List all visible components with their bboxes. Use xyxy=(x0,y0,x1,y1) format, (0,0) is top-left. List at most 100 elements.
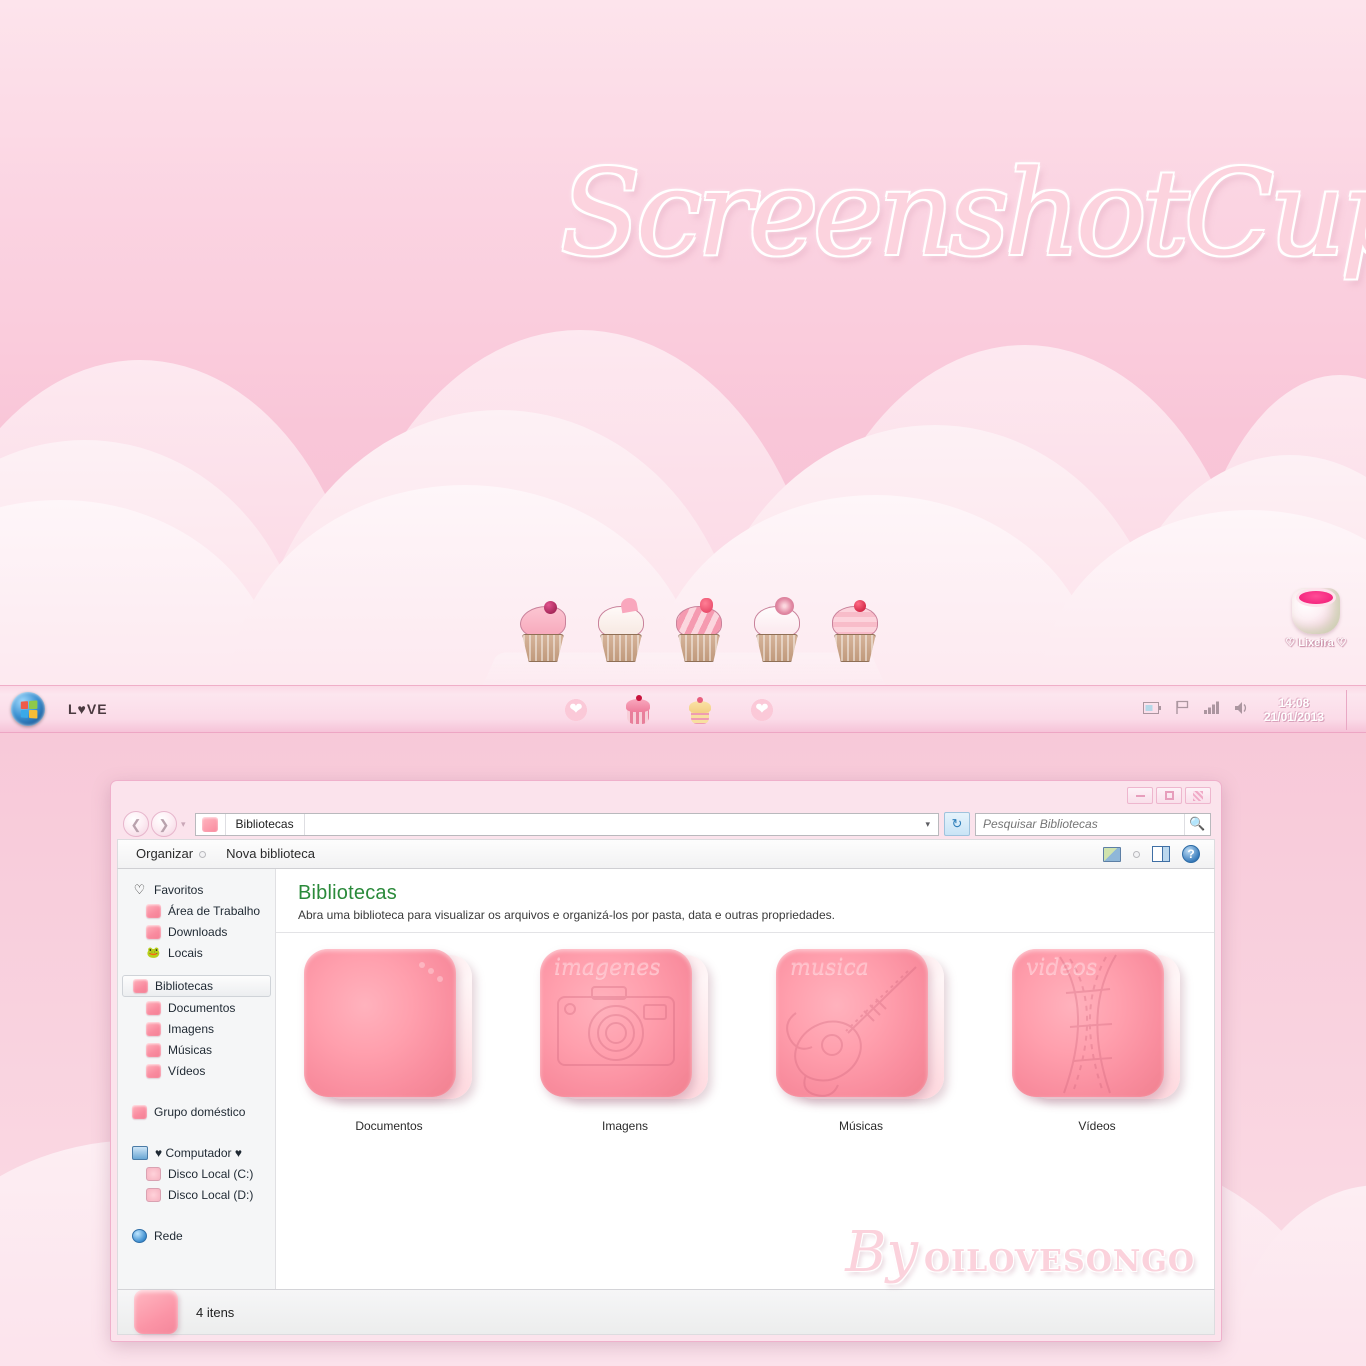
preview-pane-icon[interactable] xyxy=(1103,846,1121,862)
layout-pane-icon[interactable] xyxy=(1152,846,1170,862)
maximize-button[interactable] xyxy=(1156,787,1182,804)
sidebar-item-computador[interactable]: ♥ Computador ♥ xyxy=(118,1142,275,1163)
sidebar-item-label: Documentos xyxy=(168,1000,236,1015)
sidebar-item-disco-local-d[interactable]: Disco Local (D:) xyxy=(118,1184,275,1205)
tile-label: Documentos xyxy=(355,1119,423,1133)
pink-folder-icon xyxy=(146,1063,161,1078)
new-library-label: Nova biblioteca xyxy=(226,846,315,861)
content-pane: Bibliotecas Abra uma biblioteca para vis… xyxy=(276,869,1214,1289)
cupcake-yellow-icon[interactable] xyxy=(684,694,716,726)
sidebar-item-label: Disco Local (D:) xyxy=(168,1187,254,1202)
recycle-bin-label: ♡ Lixeira ♡ xyxy=(1285,637,1347,649)
address-bar[interactable]: Bibliotecas ▾ xyxy=(194,812,939,836)
sidebar-item-grupo-domestico[interactable]: Grupo doméstico xyxy=(118,1101,275,1122)
address-bar-row: ❮ ❯ ▾ Bibliotecas ▾ ↻ 🔍 xyxy=(117,809,1215,839)
cupcake-icon xyxy=(671,596,727,662)
history-dropdown-icon[interactable]: ▾ xyxy=(181,819,186,830)
cupcake-icon xyxy=(515,596,571,662)
libraries-folder-icon xyxy=(196,813,226,835)
recycle-bin-icon xyxy=(1292,588,1340,634)
sidebar-item-imagens[interactable]: Imagens xyxy=(118,1018,275,1039)
library-tile-musicas[interactable]: musica Músicas xyxy=(766,949,956,1133)
window-titlebar[interactable] xyxy=(117,787,1215,809)
libraries-icon xyxy=(134,1290,178,1334)
pink-folder-icon xyxy=(146,924,161,939)
new-library-button[interactable]: Nova biblioteca xyxy=(216,842,325,866)
organize-button[interactable]: Organizar xyxy=(126,842,216,866)
sidebar-item-label: ♥ Computador ♥ xyxy=(155,1145,242,1160)
breadcrumb-bibliotecas[interactable]: Bibliotecas xyxy=(226,813,305,835)
folder-icon: imagenes xyxy=(540,949,710,1109)
tile-label: Vídeos xyxy=(1078,1119,1116,1133)
item-count: 4 itens xyxy=(196,1304,235,1320)
sidebar-item-label: Grupo doméstico xyxy=(154,1104,246,1119)
back-button[interactable]: ❮ xyxy=(123,811,149,837)
sidebar-item-disco-local-c[interactable]: Disco Local (C:) xyxy=(118,1163,275,1184)
clock-date: 21/01/2013 xyxy=(1263,710,1324,724)
system-tray: 14:08 21/01/2013 xyxy=(1142,686,1356,734)
pink-folder-icon xyxy=(132,1104,147,1119)
folder-icon: videos xyxy=(1012,949,1182,1109)
recycle-bin-mouth xyxy=(1299,591,1333,604)
camera-art xyxy=(540,949,692,1097)
heart-badge-icon[interactable]: ❤ xyxy=(560,694,592,726)
window-controls xyxy=(1127,787,1211,804)
cupcake-icon xyxy=(749,596,805,662)
organize-label: Organizar xyxy=(136,846,194,861)
minimize-button[interactable] xyxy=(1127,787,1153,804)
pink-folder-icon xyxy=(146,903,161,918)
cupcake-pink-icon[interactable] xyxy=(622,694,654,726)
navigation-buttons: ❮ ❯ ▾ xyxy=(123,811,190,837)
start-button[interactable] xyxy=(11,692,45,726)
refresh-button[interactable]: ↻ xyxy=(944,812,970,836)
recycle-bin[interactable]: ♡ Lixeira ♡ xyxy=(1278,588,1354,649)
sidebar-item-documentos[interactable]: Documentos xyxy=(118,997,275,1018)
chevron-down-icon[interactable]: ▾ xyxy=(917,819,938,830)
network-signal-icon[interactable] xyxy=(1203,701,1220,719)
sidebar-item-label: Locais xyxy=(168,945,203,960)
search-box[interactable]: 🔍 xyxy=(975,812,1211,836)
sidebar-item-locais[interactable]: 🐸 Locais xyxy=(118,942,275,963)
sidebar-item-bibliotecas[interactable]: Bibliotecas xyxy=(122,975,271,997)
pink-folder-icon xyxy=(133,979,148,993)
sidebar-item-rede[interactable]: Rede xyxy=(118,1225,275,1246)
heart-badge-icon[interactable]: ❤ xyxy=(746,694,778,726)
battery-icon[interactable] xyxy=(1142,701,1161,719)
sidebar-item-label: Vídeos xyxy=(168,1063,206,1078)
chevron-down-icon[interactable] xyxy=(1133,850,1140,858)
navigation-pane: ♡ Favoritos Área de Trabalho Downloads 🐸… xyxy=(118,869,276,1289)
sidebar-item-favoritos[interactable]: ♡ Favoritos xyxy=(118,879,275,900)
guitar-art xyxy=(776,949,928,1097)
sidebar-item-musicas[interactable]: Músicas xyxy=(118,1039,275,1060)
content-header: Bibliotecas Abra uma biblioteca para vis… xyxy=(276,869,1214,930)
disk-icon xyxy=(146,1187,161,1202)
disk-icon xyxy=(146,1166,161,1181)
library-tile-videos[interactable]: videos Vídeos xyxy=(1002,949,1192,1133)
desktop: ScreenshotCupcake xyxy=(0,0,1366,1366)
library-tile-documentos[interactable]: Documentos xyxy=(294,949,484,1133)
forward-button[interactable]: ❯ xyxy=(151,811,177,837)
action-center-flag-icon[interactable] xyxy=(1175,700,1190,720)
pink-folder-icon xyxy=(146,1042,161,1057)
sidebar-item-label: Área de Trabalho xyxy=(168,903,261,918)
help-icon[interactable]: ? xyxy=(1182,845,1200,863)
sidebar-item-downloads[interactable]: Downloads xyxy=(118,921,275,942)
volume-icon[interactable] xyxy=(1234,701,1250,720)
sidebar-item-label: Bibliotecas xyxy=(155,979,214,993)
search-icon[interactable]: 🔍 xyxy=(1184,813,1210,835)
library-tile-imagens[interactable]: imagenes Imagens xyxy=(530,949,720,1133)
search-input[interactable] xyxy=(976,814,1184,834)
filmstrip-art xyxy=(1012,949,1164,1097)
tile-label: Músicas xyxy=(838,1119,883,1133)
windows-logo-icon xyxy=(20,699,37,719)
close-button[interactable] xyxy=(1185,787,1211,804)
sidebar-item-label: Disco Local (C:) xyxy=(168,1166,254,1181)
show-desktop-button[interactable] xyxy=(1346,690,1356,730)
sidebar-item-area-de-trabalho[interactable]: Área de Trabalho xyxy=(118,900,275,921)
sidebar-item-videos[interactable]: Vídeos xyxy=(118,1060,275,1081)
folder-icon xyxy=(304,949,474,1109)
clock[interactable]: 14:08 21/01/2013 xyxy=(1264,696,1324,724)
